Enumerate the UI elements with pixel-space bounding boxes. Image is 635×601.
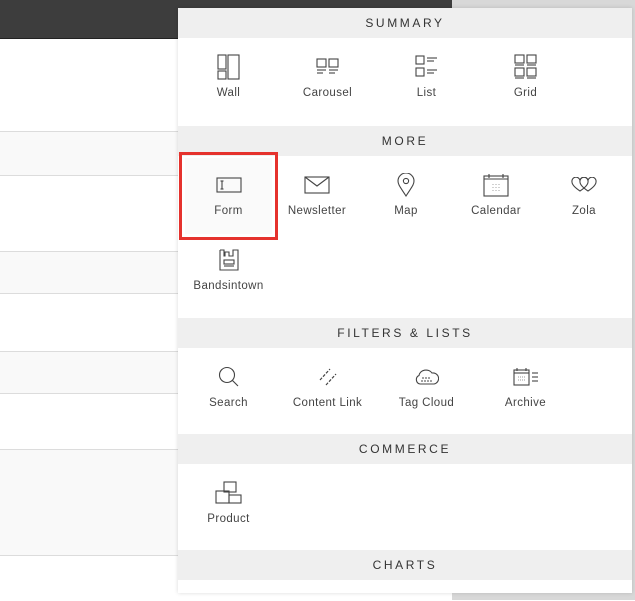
block-option-label: Bandsintown — [193, 280, 264, 292]
block-option-label: Wall — [216, 87, 241, 99]
block-option-content-link[interactable]: Content Link — [278, 348, 377, 434]
block-option-wall[interactable]: Wall — [179, 38, 278, 124]
block-option-label: Carousel — [302, 87, 353, 99]
section-header: FILTERS & LISTS — [178, 318, 632, 348]
block-picker-panel: SUMMARY Wall Carousel List Grid MORE For… — [178, 8, 632, 593]
block-option-label: List — [416, 87, 437, 99]
block-option-carousel[interactable]: Carousel — [278, 38, 377, 124]
envelope-icon — [303, 171, 331, 199]
block-option-label: Zola — [572, 205, 596, 217]
block-option-archive[interactable]: Archive — [476, 348, 575, 434]
archive-icon — [512, 363, 540, 391]
block-option-product[interactable]: Product — [179, 464, 278, 550]
section-more: MORE Form Newsletter Map Calendar Zola B… — [178, 126, 632, 318]
calendar-icon — [482, 171, 510, 199]
block-option-label: Newsletter — [287, 205, 347, 217]
block-option-search[interactable]: Search — [179, 348, 278, 434]
section-header: SUMMARY — [178, 8, 632, 38]
block-option-map[interactable]: Map — [356, 156, 456, 242]
block-option-label: Search — [209, 397, 248, 409]
block-option-label: Grid — [513, 87, 538, 99]
bandsintown-icon — [215, 246, 243, 274]
wall-icon — [215, 53, 243, 81]
block-option-label: Content Link — [292, 397, 363, 409]
block-option-label: Calendar — [471, 205, 521, 217]
grid-icon — [512, 53, 540, 81]
section-header: CHARTS — [178, 550, 632, 580]
block-option-zola[interactable]: Zola — [536, 156, 632, 242]
form-icon — [215, 171, 243, 199]
map-pin-icon — [392, 171, 420, 199]
section-header: COMMERCE — [178, 434, 632, 464]
list-icon — [413, 53, 441, 81]
hearts-icon — [570, 171, 598, 199]
block-option-label: Tag Cloud — [398, 397, 455, 409]
block-option-calendar[interactable]: Calendar — [456, 156, 536, 242]
block-option-newsletter[interactable]: Newsletter — [278, 156, 356, 242]
block-option-label: Product — [207, 513, 250, 525]
section-commerce: COMMERCE Product — [178, 434, 632, 550]
carousel-icon — [314, 53, 342, 81]
block-option-bandsintown[interactable]: Bandsintown — [179, 242, 278, 318]
block-option-label: Form — [214, 205, 243, 217]
block-option-label: Map — [394, 205, 418, 217]
section-charts: CHARTS — [178, 550, 632, 593]
block-option-grid[interactable]: Grid — [476, 38, 575, 124]
block-option-list[interactable]: List — [377, 38, 476, 124]
block-option-tag-cloud[interactable]: Tag Cloud — [377, 348, 476, 434]
section-summary: SUMMARY Wall Carousel List Grid — [178, 8, 632, 126]
product-icon — [214, 479, 243, 507]
link-icon — [314, 363, 342, 391]
block-option-label: Archive — [504, 397, 547, 409]
search-icon — [215, 363, 243, 391]
cloud-icon — [413, 363, 441, 391]
block-option-form[interactable]: Form — [179, 152, 278, 240]
section-filters-lists: FILTERS & LISTS Search Content Link Tag … — [178, 318, 632, 434]
